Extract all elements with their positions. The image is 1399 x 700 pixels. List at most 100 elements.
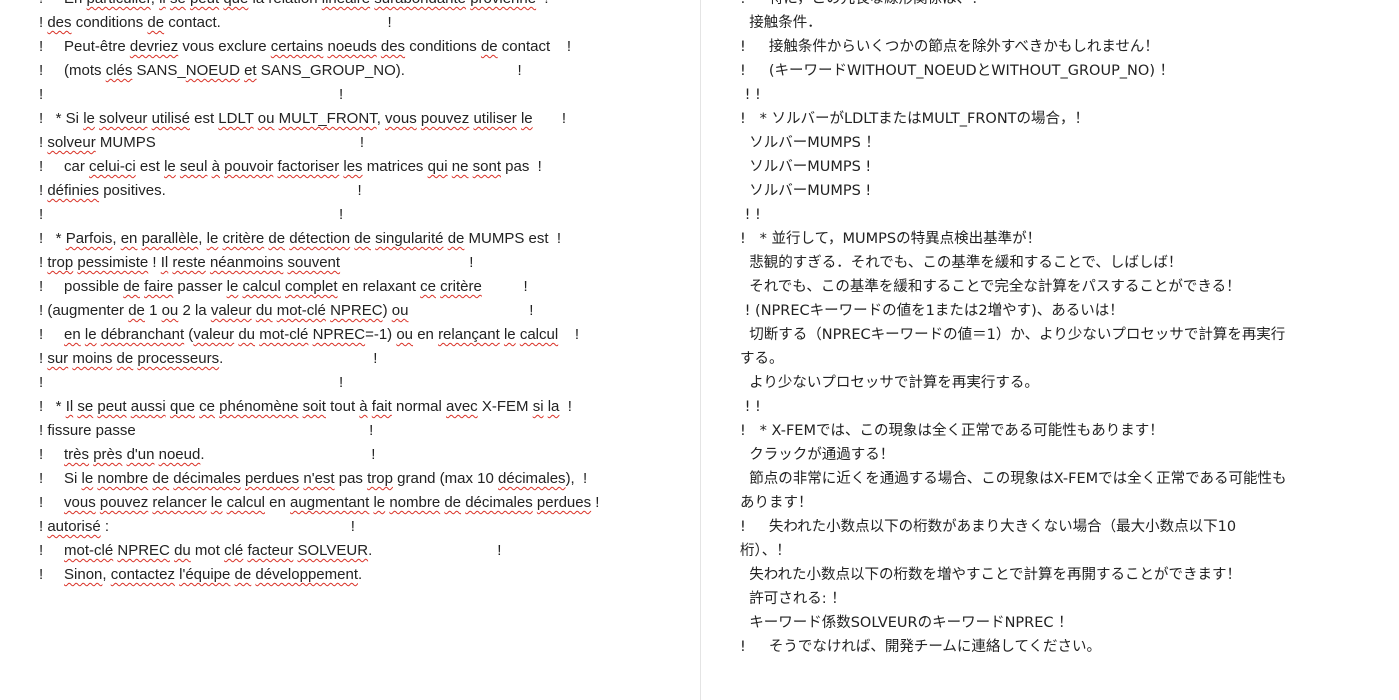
spellcheck-flagged-word: Parfois xyxy=(65,230,113,247)
text-segment: . ! xyxy=(219,350,378,367)
japanese-line: する。 xyxy=(740,347,1389,371)
text-segment: la relation xyxy=(248,0,321,7)
spellcheck-flagged-word: pouvez xyxy=(420,110,470,127)
text-segment: ! xyxy=(559,398,572,415)
spellcheck-flagged-word: processeurs xyxy=(137,350,220,367)
french-line: ! Sinon, contactez l'équipe de développe… xyxy=(39,563,690,587)
spellcheck-flagged-word: de xyxy=(116,350,134,367)
japanese-line: 節点の非常に近くを通過する場合、この現象はX-FEMでは全く正常である可能性も xyxy=(740,467,1389,491)
french-line: ! (mots clés SANS_NOEUD et SANS_GROUP_NO… xyxy=(39,59,690,83)
spellcheck-flagged-word: autorisé xyxy=(47,518,101,535)
text-segment: ! (augmenter xyxy=(39,302,129,319)
text-segment: ! xyxy=(39,446,65,463)
spellcheck-flagged-word: le xyxy=(520,110,533,127)
spellcheck-flagged-word: seul xyxy=(179,158,208,175)
text-segment: mot xyxy=(190,542,225,559)
text-segment: passer xyxy=(173,278,227,295)
text-segment: , xyxy=(151,0,159,7)
text-segment: ! xyxy=(39,0,64,7)
text-segment: 2 la xyxy=(178,302,211,319)
spellcheck-flagged-word: de xyxy=(147,14,165,31)
spellcheck-flagged-word: très xyxy=(64,446,90,463)
spellcheck-flagged-word: NPREC xyxy=(330,302,383,319)
spellcheck-flagged-word: de xyxy=(268,230,286,247)
text-segment: する。 xyxy=(740,351,784,367)
spellcheck-flagged-word: calcul xyxy=(519,326,559,343)
spellcheck-flagged-word: le xyxy=(83,110,95,127)
text-segment: en xyxy=(265,494,291,511)
spellcheck-flagged-word: linéaire xyxy=(322,0,370,7)
spellcheck-flagged-word: sur xyxy=(47,350,69,367)
spellcheck-flagged-word: du xyxy=(238,326,256,343)
spellcheck-flagged-word: provienne xyxy=(470,0,536,7)
french-text-lines: ! En particulier, il se peut que la rela… xyxy=(39,0,690,587)
spellcheck-flagged-word: pouvoir xyxy=(224,158,274,175)
spellcheck-flagged-word: en xyxy=(120,230,138,247)
spellcheck-flagged-word: contactez xyxy=(110,566,175,583)
spellcheck-flagged-word: pouvez xyxy=(99,494,149,511)
french-line: ! fissure passe ! xyxy=(39,419,690,443)
french-line: ! En particulier, il se peut que la rela… xyxy=(39,0,690,11)
spellcheck-flagged-word: ou xyxy=(161,302,179,319)
text-segment: ! * X-FEMでは、この現象は全く正常である可能性もあります！ xyxy=(740,423,1164,439)
spellcheck-flagged-word: calcul xyxy=(242,278,281,295)
text-segment: ! * xyxy=(39,398,66,415)
text-segment: 1 xyxy=(144,302,162,319)
spellcheck-flagged-word: que xyxy=(169,398,195,415)
japanese-line: クラックが通過する！ xyxy=(740,443,1389,467)
text-segment: 悲観的すぎる．それでも、この基準を緩和することで、しばしば！ xyxy=(740,255,1183,271)
japanese-line: 失われた小数点以下の桁数を増やすことで計算を再開することができます！ xyxy=(740,563,1389,587)
spellcheck-flagged-word: de xyxy=(447,230,465,247)
text-segment: normal xyxy=(391,398,446,415)
text-segment: pas ! xyxy=(501,158,542,175)
french-line: ! autorisé : ! xyxy=(39,515,690,539)
spellcheck-flagged-word: trop xyxy=(47,254,74,271)
spellcheck-flagged-word: le xyxy=(226,278,239,295)
text-segment: ! (キーワードWITHOUT_NOEUDとWITHOUT_GROUP_NO) … xyxy=(740,63,1175,79)
spellcheck-flagged-word: nombre xyxy=(389,494,441,511)
japanese-line: ! (NPRECキーワードの値を1または2増やす)、あるいは！ xyxy=(740,299,1389,323)
text-segment: . ! xyxy=(368,542,502,559)
spellcheck-flagged-word: il xyxy=(159,0,166,7)
japanese-line: ソルバーMUMPS ！ xyxy=(740,131,1389,155)
spellcheck-flagged-word: Sinon xyxy=(64,566,103,583)
text-segment: ! * ソルバーがLDLTまたはMULT_FRONTの場合，！ xyxy=(740,111,1090,127)
spellcheck-flagged-word: développement xyxy=(255,566,358,583)
text-segment: En xyxy=(64,0,82,7)
text-segment: ! Peut-être xyxy=(39,38,130,55)
spellcheck-flagged-word: clés xyxy=(105,62,133,79)
japanese-line: ! ! xyxy=(740,83,1389,107)
text-segment: 接触条件． xyxy=(740,15,822,31)
text-segment: 切断する（NPRECキーワードの値＝1）か、より少ないプロセッサで計算を再実行 xyxy=(740,327,1286,343)
spellcheck-flagged-word: le xyxy=(373,494,386,511)
text-segment: ! (NPRECキーワードの値を1または2増やす)、あるいは！ xyxy=(740,303,1124,319)
spellcheck-flagged-word: utiliser xyxy=(473,110,517,127)
french-line: ! ! xyxy=(39,203,690,227)
text-segment: 失われた小数点以下の桁数を増やすことで計算を再開することができます！ xyxy=(740,567,1242,583)
spellcheck-flagged-word: ou xyxy=(257,110,275,127)
spellcheck-flagged-word: vous xyxy=(385,110,417,127)
japanese-line: 桁）、！ xyxy=(740,539,1389,563)
spellcheck-flagged-word: mot-clé xyxy=(64,542,114,559)
text-segment: ! xyxy=(39,494,65,511)
spellcheck-flagged-word: NPREC xyxy=(312,326,366,343)
spellcheck-flagged-word: si xyxy=(532,398,544,415)
spellcheck-flagged-word: du xyxy=(174,542,191,559)
spellcheck-flagged-word: aussi xyxy=(130,398,166,415)
text-segment: ! xyxy=(591,494,600,511)
spellcheck-flagged-word: critère xyxy=(440,278,482,295)
text-segment: ソルバーMUMPS ！ xyxy=(740,135,880,151)
japanese-translation-panel[interactable]: ! 特に，この冗長な線形関係は、！ 接触条件． ! 接触条件からいくつかの節点を除… xyxy=(701,0,1399,700)
text-segment: ( xyxy=(184,326,194,343)
spellcheck-flagged-word: solveur xyxy=(99,110,148,127)
text-segment: ! car xyxy=(39,158,90,175)
text-segment: conditions xyxy=(405,38,481,55)
spellcheck-flagged-word: du xyxy=(255,302,273,319)
spellcheck-flagged-word: des xyxy=(380,38,406,55)
spellcheck-flagged-word: fait xyxy=(371,398,392,415)
text-segment: en relaxant xyxy=(337,278,421,295)
japanese-line: ! 接触条件からいくつかの節点を除外すべきかもしれません！ xyxy=(740,35,1389,59)
spellcheck-flagged-word: à xyxy=(211,158,220,175)
spellcheck-flagged-word: le xyxy=(210,494,223,511)
french-text-panel[interactable]: ! En particulier, il se peut que la rela… xyxy=(0,0,700,700)
